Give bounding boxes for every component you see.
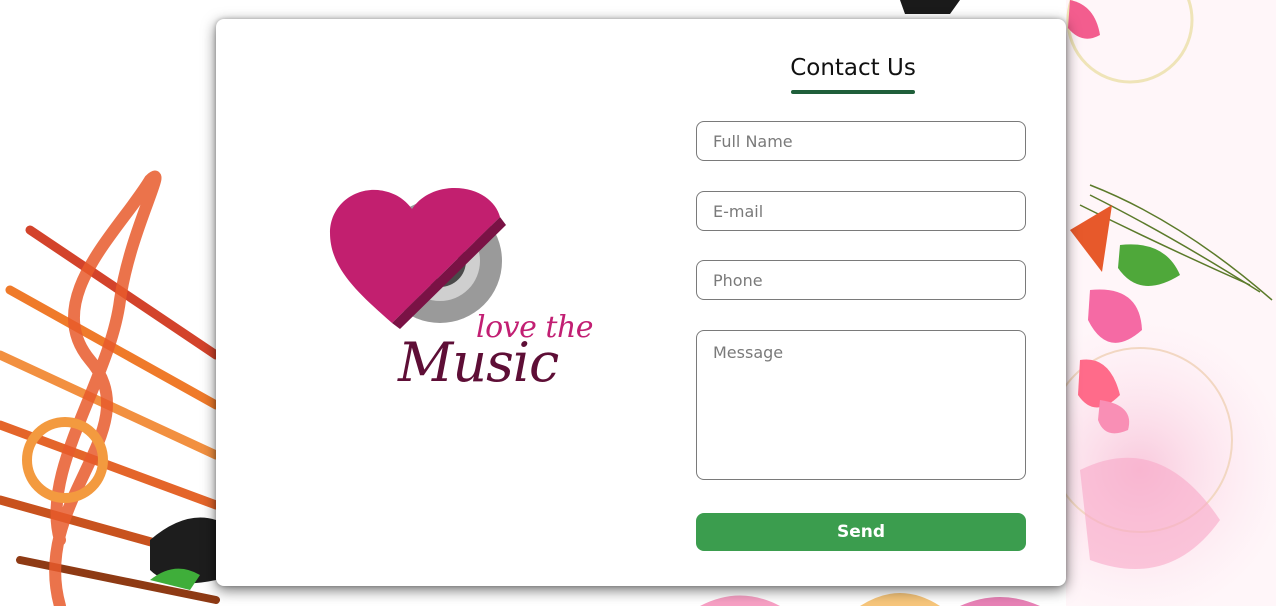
title-underline — [791, 90, 915, 94]
message-textarea[interactable] — [696, 330, 1026, 480]
contact-us-title: Contact Us — [790, 55, 916, 81]
logo-text-music: Music — [398, 331, 559, 394]
love-the-music-logo: love the Music — [328, 183, 594, 398]
send-button[interactable]: Send — [696, 513, 1026, 551]
full-name-input[interactable] — [696, 121, 1026, 161]
phone-input[interactable] — [696, 260, 1026, 300]
contact-card: love the Music Contact Us Send — [216, 19, 1066, 586]
email-input[interactable] — [696, 191, 1026, 231]
